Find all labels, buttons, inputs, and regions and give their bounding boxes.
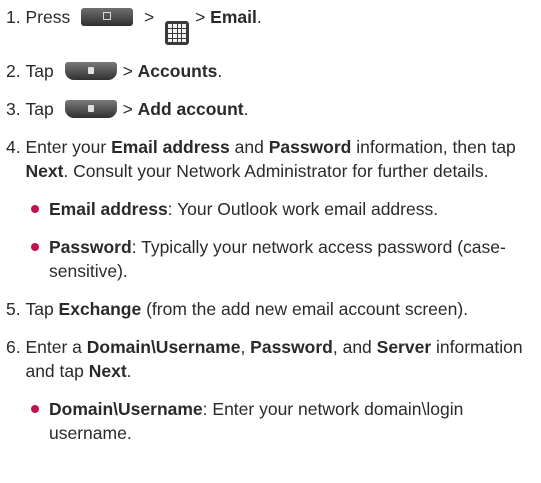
text-run: Enter your <box>25 137 112 158</box>
step-verb: Press <box>25 7 71 27</box>
bullet-dot <box>31 243 39 252</box>
bullet-dot <box>31 205 39 214</box>
separator: > <box>143 7 155 27</box>
bullet-item: Password: Typically your network access … <box>31 235 541 283</box>
step-4: 4. Enter your Email address and Password… <box>6 135 541 183</box>
bullet-item: Domain\Username: Enter your network doma… <box>31 397 541 445</box>
step-number: 4. <box>6 137 26 158</box>
step-number: 2. <box>6 61 26 82</box>
next-term: Next <box>25 161 64 182</box>
text-run: Enter a <box>25 337 87 358</box>
step-number: 1. <box>6 7 26 27</box>
text-run: and <box>229 137 269 158</box>
step-5: 5. Tap Exchange (from the add new email … <box>6 297 541 321</box>
bullet-label: Email address <box>49 199 168 220</box>
domain-username-term: Domain\Username <box>86 337 241 358</box>
text-run: Tap <box>25 299 59 320</box>
text-run: (from the add new email account screen). <box>141 299 469 320</box>
email-term: Email <box>210 7 257 27</box>
period: . <box>217 61 223 82</box>
bullet-text: Domain\Username: Enter your network doma… <box>49 397 541 445</box>
password-term: Password <box>268 137 352 158</box>
separator: > <box>195 7 211 27</box>
step-verb: Tap <box>25 61 54 82</box>
step-text: Tap > Accounts. <box>25 59 541 83</box>
step-number: 6. <box>6 337 26 358</box>
applications-grid-icon <box>165 21 190 46</box>
step-3: 3. Tap > Add account. <box>6 97 541 121</box>
text-run: information, then tap <box>351 137 516 158</box>
separator: > <box>122 99 138 120</box>
period: . <box>243 99 249 120</box>
step-text: Tap Exchange (from the add new email acc… <box>25 297 541 321</box>
bullet-dot <box>31 405 39 414</box>
step-6: 6. Enter a Domain\Username, Password, an… <box>6 335 541 383</box>
step-number: 3. <box>6 99 26 120</box>
text-run: . Consult your Network Administrator for… <box>63 161 489 182</box>
bullet-description: : Your Outlook work email address. <box>167 199 439 220</box>
text-run: , and <box>332 337 377 358</box>
menu-key-icon <box>64 62 117 81</box>
accounts-term: Accounts <box>137 61 218 82</box>
bullet-label: Domain\Username <box>49 399 203 420</box>
period: . <box>256 7 262 27</box>
exchange-term: Exchange <box>58 299 142 320</box>
bullet-label: Password <box>49 237 132 258</box>
next-term: Next <box>88 361 127 382</box>
step-text: Enter a Domain\Username, Password, and S… <box>25 335 541 383</box>
step-text: Tap > Add account. <box>25 97 541 121</box>
step-verb: Tap <box>25 99 54 120</box>
step-number: 5. <box>6 299 26 320</box>
server-term: Server <box>376 337 432 358</box>
email-address-term: Email address <box>111 137 230 158</box>
home-key-icon <box>81 8 134 26</box>
step-2: 2. Tap > Accounts. <box>6 59 541 83</box>
bullet-text: Password: Typically your network access … <box>49 235 541 283</box>
instructions-page: 1. Press > > Email. 2. Tap > Accounts. 3… <box>0 0 541 483</box>
separator: > <box>122 61 138 82</box>
bullet-text: Email address: Your Outlook work email a… <box>49 197 541 221</box>
add-account-term: Add account <box>137 99 244 120</box>
text-run: . <box>126 361 132 382</box>
password-term: Password <box>250 337 333 358</box>
step-1: 1. Press > > Email. <box>6 5 541 46</box>
bullet-item: Email address: Your Outlook work email a… <box>31 197 541 221</box>
text-run: , <box>240 337 251 358</box>
menu-key-icon <box>64 100 117 119</box>
step-text: Press > > Email. <box>25 5 541 46</box>
step-text: Enter your Email address and Password in… <box>25 135 541 183</box>
